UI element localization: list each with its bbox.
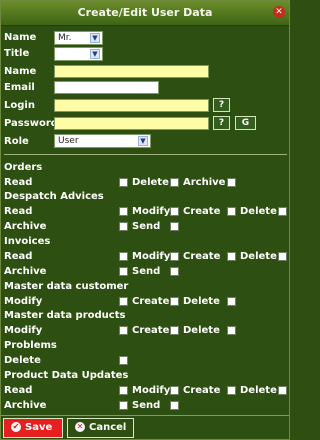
orders-read-label: Read: [4, 177, 33, 188]
chevron-down-icon: ▼: [90, 33, 100, 43]
cancel-button[interactable]: ✕ Cancel: [67, 418, 134, 438]
name-title-label: Name: [4, 32, 37, 43]
problems-delete-checkbox[interactable]: [119, 356, 128, 365]
divider: [4, 154, 287, 155]
name-label: Name: [4, 66, 37, 77]
login-field[interactable]: [54, 99, 209, 112]
invoices-archive-label: Archive: [4, 266, 47, 277]
customer-create-label: Create: [132, 296, 170, 307]
section-product-updates-title: Product Data Updates: [4, 370, 129, 381]
password-help-button[interactable]: ?: [213, 116, 230, 130]
products-delete-checkbox[interactable]: [227, 326, 236, 335]
section-master-customer-title: Master data customer: [4, 281, 129, 292]
cancel-label: Cancel: [89, 422, 127, 433]
updates-modify-label: Modify: [132, 385, 171, 396]
orders-archive-checkbox[interactable]: [227, 178, 236, 187]
close-icon: ✕: [75, 422, 85, 432]
problems-delete-label: Delete: [4, 355, 41, 366]
products-create-label: Create: [132, 325, 170, 336]
updates-delete-label: Delete: [240, 385, 277, 396]
login-label: Login: [4, 100, 35, 111]
email-field[interactable]: [54, 81, 159, 94]
orders-delete-checkbox[interactable]: [170, 178, 179, 187]
updates-read-label: Read: [4, 385, 33, 396]
invoices-delete-label: Delete: [240, 251, 277, 262]
despatch-read-checkbox[interactable]: [119, 207, 128, 216]
role-label: Role: [4, 136, 29, 147]
title-bar: Create/Edit User Data ✕: [1, 1, 289, 26]
despatch-create-checkbox[interactable]: [227, 207, 236, 216]
title-select[interactable]: ▼: [54, 47, 103, 61]
despatch-send-label: Send: [132, 221, 161, 232]
products-modify-checkbox[interactable]: [119, 326, 128, 335]
despatch-delete-checkbox[interactable]: [278, 207, 287, 216]
title-label: Title: [4, 48, 30, 59]
invoices-send-label: Send: [132, 266, 161, 277]
section-problems-title: Problems: [4, 340, 57, 351]
role-value: User: [58, 136, 79, 146]
updates-create-label: Create: [183, 385, 221, 396]
updates-create-checkbox[interactable]: [227, 386, 236, 395]
products-create-checkbox[interactable]: [170, 326, 179, 335]
user-data-dialog: Create/Edit User Data ✕ Name Mr. ▼ Title …: [0, 0, 290, 440]
role-select[interactable]: User ▼: [54, 134, 151, 148]
despatch-archive-checkbox[interactable]: [119, 222, 128, 231]
customer-create-checkbox[interactable]: [170, 297, 179, 306]
despatch-read-label: Read: [4, 206, 33, 217]
section-master-products-title: Master data products: [4, 310, 126, 321]
password-field[interactable]: [54, 117, 209, 130]
save-button[interactable]: ✔ Save: [3, 418, 63, 438]
save-label: Save: [25, 422, 53, 433]
invoices-read-label: Read: [4, 251, 33, 262]
despatch-create-label: Create: [183, 206, 221, 217]
email-label: Email: [4, 82, 35, 93]
despatch-delete-label: Delete: [240, 206, 277, 217]
chevron-down-icon: ▼: [90, 49, 100, 59]
section-orders-title: Orders: [4, 162, 43, 173]
customer-modify-checkbox[interactable]: [119, 297, 128, 306]
invoices-create-checkbox[interactable]: [227, 252, 236, 261]
name-field[interactable]: [54, 65, 209, 78]
section-despatch-title: Despatch Advices: [4, 191, 104, 202]
customer-delete-checkbox[interactable]: [227, 297, 236, 306]
close-icon[interactable]: ✕: [273, 6, 285, 18]
orders-archive-label: Archive: [183, 177, 226, 188]
chevron-down-icon: ▼: [138, 136, 148, 146]
invoices-delete-checkbox[interactable]: [278, 252, 287, 261]
section-invoices-title: Invoices: [4, 236, 51, 247]
updates-archive-label: Archive: [4, 400, 47, 411]
orders-read-checkbox[interactable]: [119, 178, 128, 187]
checkmark-icon: ✔: [11, 422, 21, 432]
despatch-modify-checkbox[interactable]: [170, 207, 179, 216]
invoices-archive-checkbox[interactable]: [119, 267, 128, 276]
invoices-modify-checkbox[interactable]: [170, 252, 179, 261]
login-help-button[interactable]: ?: [213, 98, 230, 112]
despatch-modify-label: Modify: [132, 206, 171, 217]
customer-delete-label: Delete: [183, 296, 220, 307]
products-modify-label: Modify: [4, 325, 43, 336]
invoices-modify-label: Modify: [132, 251, 171, 262]
despatch-archive-label: Archive: [4, 221, 47, 232]
invoices-create-label: Create: [183, 251, 221, 262]
salutation-value: Mr.: [58, 33, 72, 43]
updates-archive-checkbox[interactable]: [119, 401, 128, 410]
invoices-send-checkbox[interactable]: [170, 267, 179, 276]
orders-delete-label: Delete: [132, 177, 169, 188]
invoices-read-checkbox[interactable]: [119, 252, 128, 261]
dialog-title: Create/Edit User Data: [77, 6, 213, 19]
updates-read-checkbox[interactable]: [119, 386, 128, 395]
products-delete-label: Delete: [183, 325, 220, 336]
generate-password-button[interactable]: G: [235, 116, 256, 130]
updates-send-checkbox[interactable]: [170, 401, 179, 410]
customer-modify-label: Modify: [4, 296, 43, 307]
updates-modify-checkbox[interactable]: [170, 386, 179, 395]
despatch-send-checkbox[interactable]: [170, 222, 179, 231]
updates-send-label: Send: [132, 400, 161, 411]
password-label: Password: [4, 118, 58, 129]
updates-delete-checkbox[interactable]: [278, 386, 287, 395]
dialog-footer: ✔ Save ✕ Cancel: [1, 415, 289, 440]
salutation-select[interactable]: Mr. ▼: [54, 31, 103, 45]
